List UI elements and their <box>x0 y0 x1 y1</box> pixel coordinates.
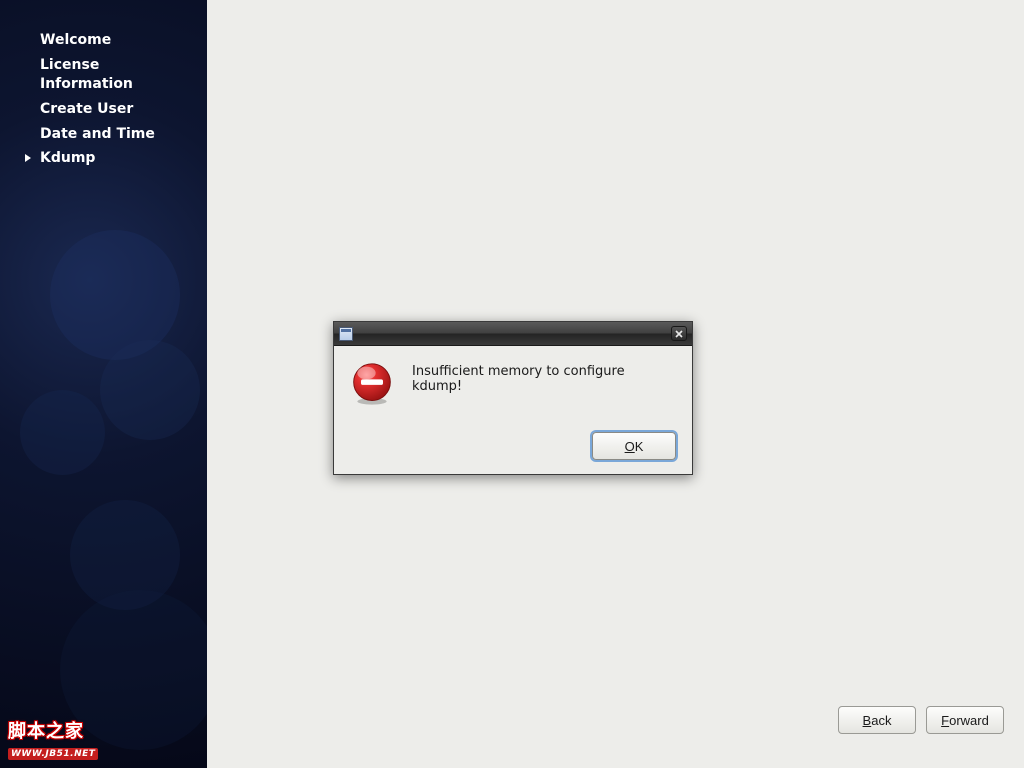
step-create-user: Create User <box>0 97 207 122</box>
step-date-and-time: Date and Time <box>0 122 207 147</box>
watermark: 脚本之家 WWW.JB51.NET <box>8 723 98 760</box>
dialog-body: Insufficient memory to configure kdump! … <box>334 346 692 474</box>
dialog-button-row: OK <box>350 432 676 460</box>
forward-button[interactable]: Forward <box>926 706 1004 734</box>
wizard-footer-buttons: Back Forward <box>838 706 1004 734</box>
window-icon <box>339 327 353 341</box>
error-icon <box>350 362 394 406</box>
watermark-text-top: 脚本之家 <box>8 723 98 741</box>
back-button[interactable]: Back <box>838 706 916 734</box>
watermark-text-bottom: WWW.JB51.NET <box>8 748 98 760</box>
wizard-steps-list: Welcome License Information Create User … <box>0 0 207 171</box>
decorative-bubble <box>20 390 105 475</box>
step-license-information: License Information <box>0 53 207 97</box>
error-dialog: Insufficient memory to configure kdump! … <box>333 321 693 475</box>
step-welcome: Welcome <box>0 28 207 53</box>
dialog-titlebar[interactable] <box>334 322 692 346</box>
dialog-message: Insufficient memory to configure kdump! <box>412 362 676 394</box>
step-kdump: Kdump <box>0 146 207 171</box>
ok-button[interactable]: OK <box>592 432 676 460</box>
wizard-sidebar: Welcome License Information Create User … <box>0 0 207 768</box>
dialog-content: Insufficient memory to configure kdump! <box>350 362 676 406</box>
close-button[interactable] <box>671 326 687 341</box>
close-icon <box>675 330 683 338</box>
